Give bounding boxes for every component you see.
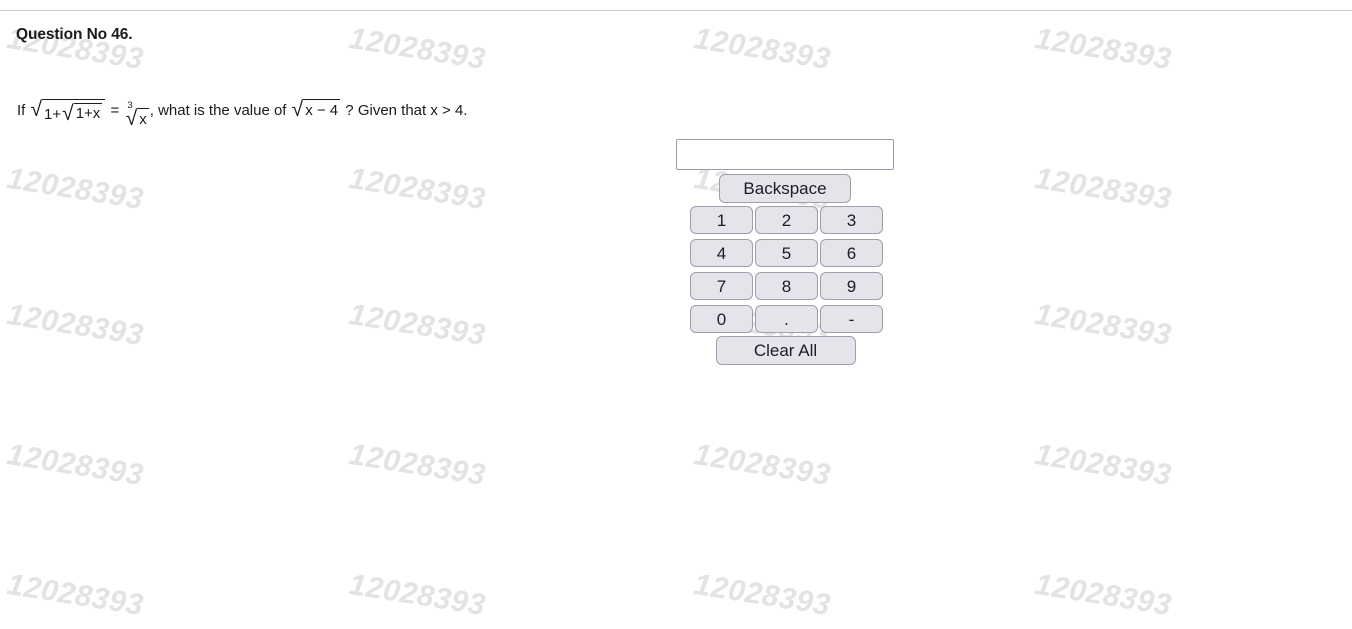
question-mark: ? bbox=[341, 102, 358, 119]
inner-square-root: √ 1+x bbox=[62, 101, 103, 125]
top-divider bbox=[0, 10, 1352, 11]
inner-radicand-var: x bbox=[92, 105, 101, 122]
equals-sign: = bbox=[106, 102, 124, 119]
key-minus[interactable]: - bbox=[820, 305, 883, 333]
backspace-row: Backspace bbox=[676, 174, 894, 203]
key-decimal[interactable]: . bbox=[755, 305, 818, 333]
radical-sign-icon: √ bbox=[62, 101, 74, 125]
key-8[interactable]: 8 bbox=[755, 272, 818, 300]
key-2[interactable]: 2 bbox=[755, 206, 818, 234]
key-9[interactable]: 9 bbox=[820, 272, 883, 300]
digit-key-grid: 1 2 3 4 5 6 7 8 9 0 . - bbox=[690, 206, 883, 333]
statement-middle-text: , what is the value of bbox=[149, 102, 291, 119]
backspace-button[interactable]: Backspace bbox=[719, 174, 851, 203]
statement-condition: Given that x > 4. bbox=[357, 102, 468, 119]
inner-radicand: 1+x bbox=[73, 102, 103, 123]
clear-all-row: Clear All bbox=[690, 336, 881, 365]
clear-all-button[interactable]: Clear All bbox=[715, 336, 856, 365]
key-6[interactable]: 6 bbox=[820, 239, 883, 267]
key-4[interactable]: 4 bbox=[690, 239, 753, 267]
key-3[interactable]: 3 bbox=[820, 206, 883, 234]
outer-radicand: 1+ √ 1+x bbox=[42, 99, 106, 125]
key-1[interactable]: 1 bbox=[690, 206, 753, 234]
second-square-root: √ x − 4 bbox=[291, 98, 341, 121]
answer-input[interactable] bbox=[676, 139, 894, 170]
second-radicand: x − 4 bbox=[303, 99, 341, 119]
inner-radicand-lead: 1+ bbox=[75, 105, 93, 122]
radical-sign-icon: √ bbox=[125, 107, 138, 130]
key-0[interactable]: 0 bbox=[690, 305, 753, 333]
page-title: Question No 46. bbox=[16, 26, 133, 43]
outer-radicand-lead: 1+ bbox=[44, 105, 62, 123]
key-7[interactable]: 7 bbox=[690, 272, 753, 300]
question-statement: If √ 1+ √ 1+x = 3 √ x , what is the value … bbox=[17, 98, 468, 130]
radical-sign-icon: √ bbox=[30, 98, 43, 121]
radical-sign-icon: √ bbox=[291, 98, 304, 121]
cube-root: 3 √ x bbox=[124, 100, 149, 130]
cube-root-radicand: x bbox=[137, 108, 149, 128]
key-5[interactable]: 5 bbox=[755, 239, 818, 267]
statement-prefix: If bbox=[17, 102, 30, 119]
outer-square-root: √ 1+ √ 1+x bbox=[30, 98, 106, 125]
question-panel: Question No 46. If √ 1+ √ 1+x = 3 √ x , wh… bbox=[0, 0, 1352, 629]
numeric-keypad-widget: Backspace 1 2 3 4 5 6 7 8 9 0 . - Clear … bbox=[676, 139, 894, 365]
